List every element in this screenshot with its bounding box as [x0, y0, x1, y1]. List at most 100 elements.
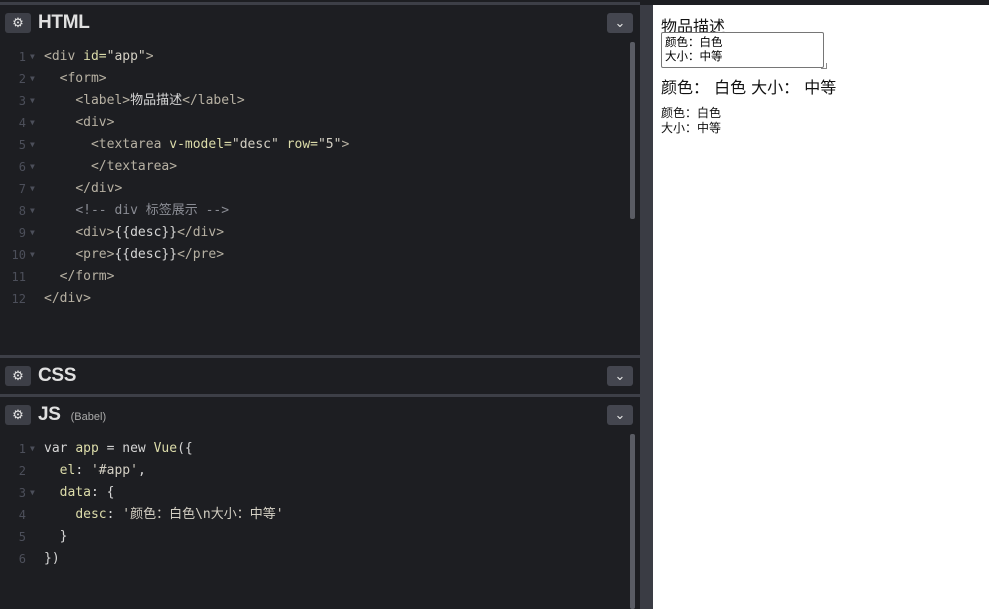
line-number: 2 [18, 72, 26, 86]
code-token: </div> [44, 291, 91, 306]
line-number: 6 [18, 160, 26, 174]
code-text: desc: '颜色：白色\n大小：中等' [44, 504, 284, 526]
html-pane-header: ⚙ HTML ⌄ [0, 5, 640, 41]
textarea-resize-handle[interactable] [821, 63, 827, 69]
fold-arrow-icon[interactable]: ▼ [30, 438, 35, 460]
code-token: {{desc}} [114, 247, 178, 262]
line-number: 10 [11, 248, 26, 262]
code-text: <pre>{{desc}}</pre> [44, 244, 224, 266]
chevron-down-icon[interactable]: ⌄ [607, 405, 633, 425]
code-token: row= [286, 137, 318, 152]
fold-arrow-icon[interactable]: ▼ [30, 112, 35, 134]
line-number: 9 [18, 226, 26, 240]
code-text: } [44, 526, 68, 548]
html-code-editor[interactable]: 1 ▼ <div id="app"> 2 ▼ <form> 3 ▼ <label>物品描述<… [0, 42, 640, 355]
code-token: </label> [182, 93, 245, 108]
css-pane-title: CSS [38, 365, 77, 386]
code-token: <label> [75, 93, 131, 108]
line-number: 11 [11, 270, 26, 284]
js-code-editor[interactable]: 1 ▼ var app = new Vue({ 2 el: '#app', 3 ▼ dat… [0, 434, 640, 609]
gear-icon[interactable]: ⚙ [5, 405, 31, 425]
code-text: <div id="app"> [44, 46, 154, 68]
code-token: <pre> [75, 247, 115, 262]
code-token: </div> [177, 225, 225, 240]
code-text: </div> [44, 178, 122, 200]
line-number: 5 [18, 138, 26, 152]
code-token: data [59, 485, 91, 500]
js-editor-scrollbar[interactable] [630, 434, 635, 609]
code-token: <div> [75, 225, 115, 240]
fold-arrow-icon[interactable]: ▼ [30, 178, 35, 200]
fold-arrow-icon[interactable]: ▼ [30, 222, 35, 244]
line-number: 2 [18, 464, 26, 478]
preview-div-output: 颜色： 白色 大小： 中等 [661, 78, 837, 97]
code-token: , [137, 463, 146, 478]
fold-arrow-icon[interactable]: ▼ [30, 68, 35, 90]
js-pane-header: ⚙ JS (Babel) ⌄ [0, 397, 640, 433]
js-pane-title: JS [38, 404, 61, 425]
fold-arrow-icon[interactable]: ▼ [30, 200, 35, 222]
fold-arrow-icon[interactable]: ▼ [30, 156, 35, 178]
js-pane: ⚙ JS (Babel) ⌄ 1 ▼ var app = new Vue({ 2 el… [0, 397, 640, 609]
line-number: 4 [18, 508, 26, 522]
editor-column: ⚙ HTML ⌄ 1 ▼ <div id="app"> 2 ▼ <form> 3 ▼ <la… [0, 5, 640, 609]
code-text: <div>{{desc}}</div> [44, 222, 224, 244]
preview-textarea[interactable]: 颜色：白色 大小：中等 [661, 32, 824, 68]
js-pane-preprocessor: (Babel) [70, 410, 107, 423]
code-token: } [44, 529, 68, 544]
line-number: 1 [18, 442, 26, 456]
code-text: </form> [44, 266, 115, 288]
result-preview: 物品描述 颜色：白色 大小：中等 颜色： 白色 大小： 中等 颜色：白色 大小：… [653, 5, 989, 609]
line-number: 6 [18, 552, 26, 566]
code-token: = new [98, 441, 154, 456]
line-number: 5 [18, 530, 26, 544]
code-text: <textarea v-model="desc" row="5"> [44, 134, 349, 156]
editor-preview-resizer[interactable] [640, 5, 653, 609]
code-token: '#app' [90, 463, 138, 478]
gear-icon[interactable]: ⚙ [5, 366, 31, 386]
fold-arrow-icon[interactable]: ▼ [30, 46, 35, 68]
code-token: {{desc}} [114, 225, 178, 240]
html-editor-scrollbar[interactable] [630, 42, 635, 219]
code-text: var app = new Vue({ [44, 438, 193, 460]
code-token: : { [90, 485, 115, 500]
fold-arrow-icon[interactable]: ▼ [30, 134, 35, 156]
code-text: </div> [44, 288, 91, 310]
html-pane: ⚙ HTML ⌄ 1 ▼ <div id="app"> 2 ▼ <form> 3 ▼ <la… [0, 5, 640, 355]
chevron-down-icon[interactable]: ⌄ [607, 366, 633, 386]
code-token: <form> [59, 71, 107, 86]
code-token: Vue [153, 441, 178, 456]
code-text: <form> [44, 68, 107, 90]
fold-arrow-icon[interactable]: ▼ [30, 482, 35, 504]
code-token: "5" [317, 137, 342, 152]
code-token: id= [83, 49, 107, 64]
line-number: 12 [11, 292, 26, 306]
fold-arrow-icon[interactable]: ▼ [30, 244, 35, 266]
code-text: }) [44, 548, 60, 570]
code-token: desc [75, 507, 107, 522]
code-token: ({ [177, 441, 193, 456]
line-number: 8 [18, 204, 26, 218]
code-text: <!-- div 标签展示 --> [44, 200, 229, 222]
code-token: app [75, 441, 99, 456]
css-pane: ⚙ CSS ⌄ [0, 358, 640, 394]
line-number: 3 [18, 486, 26, 500]
code-text: </textarea> [44, 156, 177, 178]
fold-arrow-icon[interactable]: ▼ [30, 90, 35, 112]
code-token: <div> [75, 115, 115, 130]
code-token: </div> [75, 181, 123, 196]
code-token: '颜色：白色\n大小：中等' [122, 507, 284, 522]
chevron-down-icon[interactable]: ⌄ [607, 13, 633, 33]
code-token: <div [44, 49, 84, 64]
code-token: }) [44, 551, 60, 566]
code-text: el: '#app', [44, 460, 146, 482]
gear-icon[interactable]: ⚙ [5, 13, 31, 33]
